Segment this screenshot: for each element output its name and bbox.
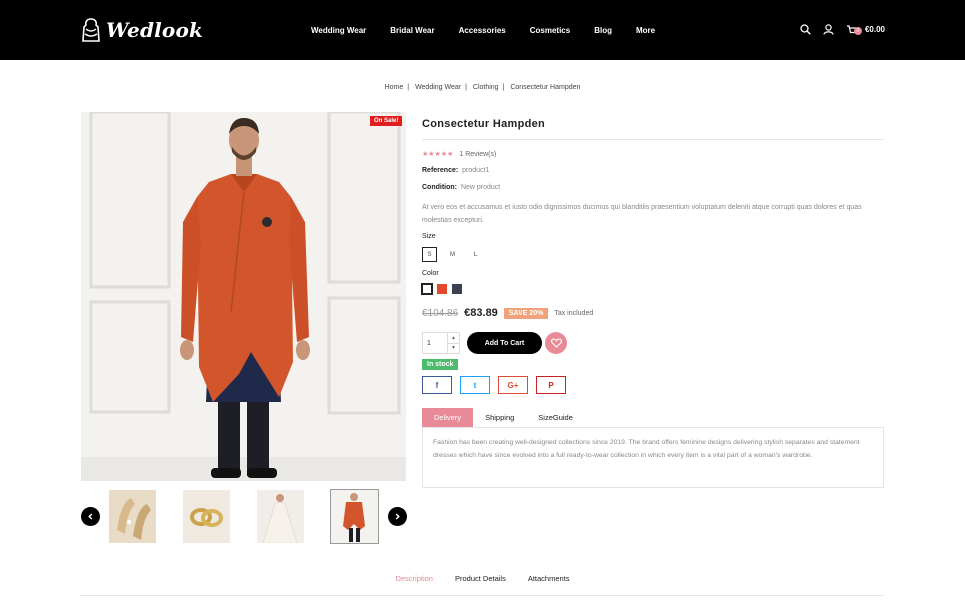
social-share: f t G+ P	[422, 376, 566, 394]
old-price: €104.86	[422, 307, 459, 319]
thumb-next-button[interactable]	[388, 507, 407, 526]
size-option-l[interactable]: L	[468, 247, 483, 262]
reference-value: product1	[462, 167, 490, 174]
stock-status-badge: In stock	[422, 359, 459, 370]
quantity-input[interactable]: 1	[423, 333, 447, 353]
on-sale-badge: On Sale!	[370, 116, 403, 126]
brand-name: Wedlook	[106, 18, 204, 42]
breadcrumb-home[interactable]: Home	[385, 84, 404, 91]
tab-delivery[interactable]: Delivery	[422, 408, 474, 427]
breadcrumb-current: Consectetur Hampden	[510, 84, 581, 91]
share-pinterest-button[interactable]: P	[536, 376, 566, 394]
site-header: Wedlook Wedding Wear Bridal Wear Accesso…	[0, 0, 965, 60]
reviews-link[interactable]: 1 Review(s)	[459, 151, 496, 158]
info-tabs: Delivery Shipping SizeGuide	[422, 408, 585, 427]
product-condition: Condition: New product	[422, 184, 500, 191]
size-option-m[interactable]: M	[445, 247, 460, 262]
title-divider	[422, 139, 884, 140]
tax-note: Tax included	[554, 309, 594, 317]
tab-sizeguide[interactable]: SizeGuide	[526, 408, 585, 427]
current-price: €83.89	[464, 307, 498, 319]
reference-label: Reference:	[422, 167, 459, 174]
product-title: Consectetur Hampden	[422, 118, 546, 130]
user-icon[interactable]	[823, 24, 834, 35]
nav-cosmetics[interactable]: Cosmetics	[530, 26, 570, 35]
cart-total: €0.00	[864, 25, 885, 34]
color-label: Color	[422, 270, 439, 277]
product-reference: Reference: product1	[422, 167, 489, 174]
thumbnail-dress[interactable]	[257, 490, 304, 543]
product-description: At vero eos et accusamus et iusto odio d…	[422, 204, 862, 224]
thumbnail-sherwani[interactable]	[330, 489, 379, 544]
wishlist-button[interactable]	[545, 332, 567, 354]
breadcrumb: Home | Wedding Wear | Clothing | Consectetu…	[384, 84, 581, 91]
google-plus-icon: G+	[507, 380, 519, 390]
color-swatch-white[interactable]	[421, 283, 433, 295]
thumbnail-rings-image	[183, 490, 230, 543]
quantity-buttons: ▲ ▼	[447, 333, 459, 353]
quantity-stepper[interactable]: 1 ▲ ▼	[422, 332, 460, 354]
tabs-divider	[80, 595, 884, 596]
heart-icon	[550, 338, 562, 348]
facebook-icon: f	[435, 380, 439, 390]
price-block: €104.86 €83.89 SAVE 20% Tax included	[422, 307, 593, 319]
nav-accessories[interactable]: Accessories	[459, 26, 506, 35]
condition-value: New product	[460, 184, 501, 191]
add-to-cart-button[interactable]: Add To Cart	[467, 332, 542, 354]
pinterest-icon: P	[548, 380, 554, 390]
brand-logo[interactable]: Wedlook	[80, 16, 203, 44]
delivery-panel: Fashion has been creating well-designed …	[422, 427, 884, 488]
chevron-right-icon	[395, 513, 400, 520]
product-main-image[interactable]	[81, 112, 406, 481]
condition-label: Condition:	[422, 184, 457, 191]
header-actions: 0 €0.00	[800, 24, 885, 35]
thumbnail-sherwani-image	[331, 490, 378, 543]
breadcrumb-clothing[interactable]: Clothing	[473, 84, 499, 91]
size-label: Size	[422, 233, 436, 240]
quantity-increase-icon[interactable]: ▲	[448, 333, 459, 343]
main-nav: Wedding Wear Bridal Wear Accessories Cos…	[311, 0, 655, 60]
discount-badge: SAVE 20%	[503, 307, 549, 319]
share-facebook-button[interactable]: f	[422, 376, 452, 394]
share-google-plus-button[interactable]: G+	[498, 376, 528, 394]
thumbnail-shoes[interactable]	[109, 490, 156, 543]
color-swatch-navy[interactable]	[452, 284, 462, 294]
cart-count-badge: 0	[853, 27, 862, 35]
search-icon[interactable]	[800, 24, 811, 35]
nav-wedding-wear[interactable]: Wedding Wear	[311, 26, 366, 35]
quantity-decrease-icon[interactable]: ▼	[448, 342, 459, 354]
product-detail-tabs: Description Product Details Attachments	[0, 574, 965, 583]
color-swatch-red[interactable]	[437, 284, 447, 294]
star-rating-icon: ★★★★★	[422, 151, 454, 158]
size-option-s[interactable]: S	[422, 247, 437, 262]
nav-blog[interactable]: Blog	[594, 26, 612, 35]
chevron-left-icon	[88, 513, 93, 520]
color-selector	[421, 283, 462, 295]
thumbnail-shoes-image	[109, 490, 156, 543]
logo-mark-icon	[82, 18, 100, 42]
nav-bridal-wear[interactable]: Bridal Wear	[390, 26, 434, 35]
breadcrumb-wedding-wear[interactable]: Wedding Wear	[415, 84, 461, 91]
twitter-icon: t	[473, 380, 477, 390]
tab-description[interactable]: Description	[395, 574, 433, 583]
thumbnail-rings[interactable]	[183, 490, 230, 543]
thumbnail-dress-image	[257, 490, 304, 543]
tab-shipping[interactable]: Shipping	[473, 408, 526, 427]
cart-button[interactable]: 0 €0.00	[846, 24, 885, 35]
tab-attachments[interactable]: Attachments	[528, 574, 570, 583]
share-twitter-button[interactable]: t	[460, 376, 490, 394]
tab-product-details[interactable]: Product Details	[455, 574, 506, 583]
product-rating: ★★★★★ 1 Review(s)	[422, 150, 496, 159]
size-selector: S M L	[422, 247, 483, 262]
thumb-prev-button[interactable]	[81, 507, 100, 526]
product-photo	[81, 112, 406, 481]
nav-more[interactable]: More	[636, 26, 655, 35]
